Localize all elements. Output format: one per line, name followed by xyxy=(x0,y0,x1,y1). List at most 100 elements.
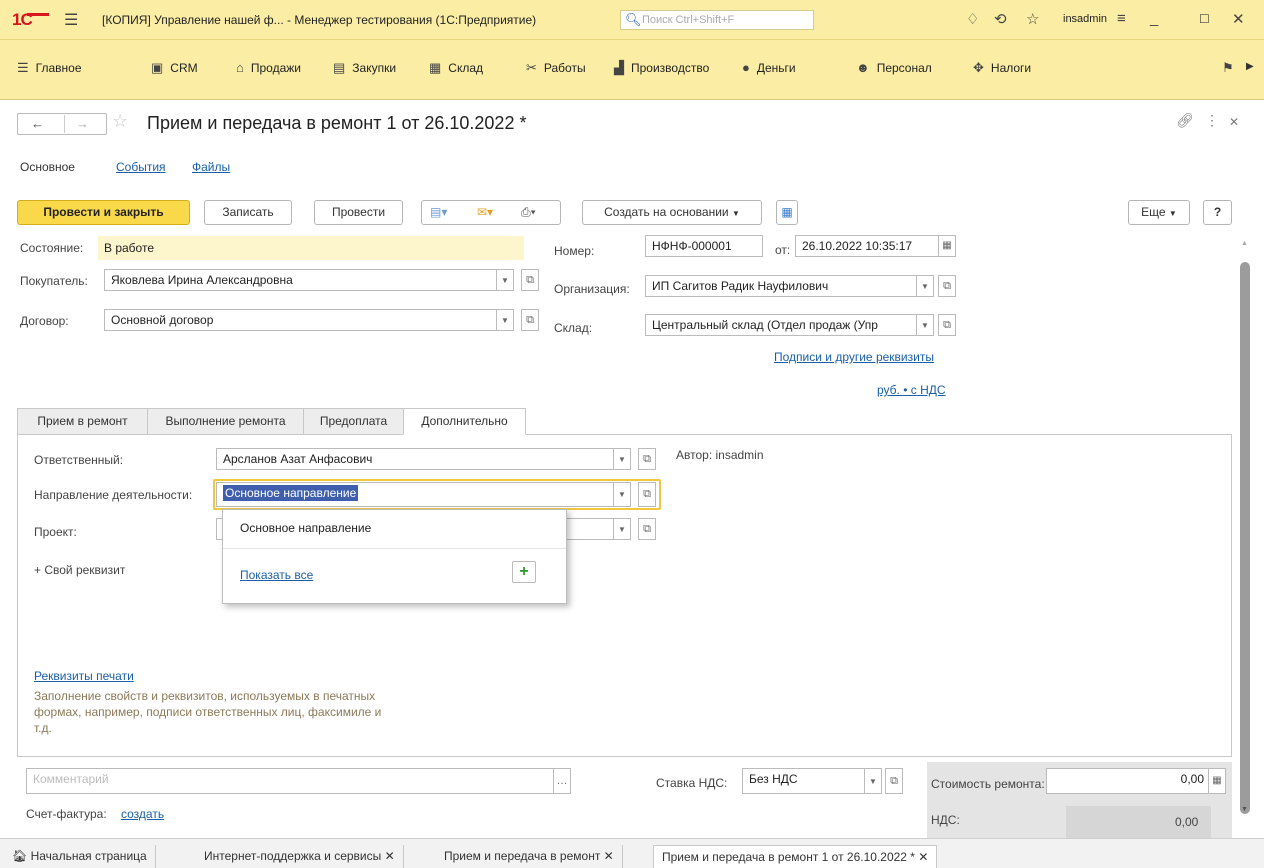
more-button[interactable]: Еще ▼ xyxy=(1128,200,1190,225)
section-taxes[interactable]: ✥ Налоги xyxy=(973,60,1031,80)
section-works[interactable]: ✂ Работы xyxy=(526,60,586,80)
contract-field[interactable]: Основной договор xyxy=(104,309,497,331)
tab-prepayment[interactable]: Предоплата xyxy=(303,408,404,435)
number-label: Номер: xyxy=(554,244,595,258)
taskbar-home[interactable]: 🏠︎ Начальная страница xyxy=(4,845,156,868)
show-all-link[interactable]: Показать все xyxy=(240,568,313,582)
taskbar-repair-doc[interactable]: Прием и передача в ремонт 1 от 26.10.202… xyxy=(653,845,938,868)
print-icon[interactable]: ⎙▾ xyxy=(521,201,536,224)
section-purchases[interactable]: ▤ Закупки xyxy=(333,60,396,80)
section-money[interactable]: ● Деньги xyxy=(742,60,796,80)
copy-doc-icon[interactable]: ▤▾ xyxy=(430,201,447,224)
buyer-dropdown-icon[interactable]: ▼ xyxy=(496,269,514,291)
warehouse-field[interactable]: Центральный склад (Отдел продаж (Упр xyxy=(645,314,917,336)
direction-label: Направление деятельности: xyxy=(34,488,193,502)
project-dropdown-icon[interactable]: ▼ xyxy=(613,518,631,540)
section-main[interactable]: ☰ Главное xyxy=(17,60,82,80)
favorite-star-icon[interactable]: ☆ xyxy=(112,111,128,132)
popup-option[interactable]: Основное направление xyxy=(240,521,371,535)
add-new-icon[interactable]: + xyxy=(512,561,536,583)
history-icon[interactable]: ⟲ xyxy=(994,10,1007,28)
taskbar-repair-list[interactable]: Прием и передача в ремонт ✕ xyxy=(436,845,623,868)
help-button[interactable]: ? xyxy=(1203,200,1232,225)
direction-open-icon[interactable]: ⧉ xyxy=(638,482,656,507)
organization-field[interactable]: ИП Сагитов Радик Науфилович xyxy=(645,275,917,297)
project-open-icon[interactable]: ⧉ xyxy=(638,518,656,540)
buyer-field[interactable]: Яковлева Ирина Александровна xyxy=(104,269,497,291)
calendar-icon[interactable]: ▦ xyxy=(938,235,956,257)
comment-field[interactable]: Комментарий xyxy=(26,768,554,794)
post-button[interactable]: Провести xyxy=(314,200,403,225)
mail-icon[interactable]: ✉▾ xyxy=(477,201,493,224)
tab-files[interactable]: Файлы xyxy=(192,160,230,174)
warehouse-open-icon[interactable]: ⧉ xyxy=(938,314,956,336)
home-icon: 🏠︎ xyxy=(12,849,28,863)
forward-arrow-icon[interactable]: → xyxy=(76,116,89,131)
section-sales[interactable]: ⌂ Продажи xyxy=(236,60,301,80)
scroll-up-icon[interactable]: ▲ xyxy=(1241,240,1248,247)
warehouse-dropdown-icon[interactable]: ▼ xyxy=(916,314,934,336)
section-personnel[interactable]: ☻ Персонал xyxy=(856,60,932,80)
maximize-icon[interactable]: ☐ xyxy=(1199,12,1210,26)
taskbar-label: Прием и передача в ремонт xyxy=(444,849,601,863)
section-label: Работы xyxy=(543,61,586,75)
calculator-icon[interactable]: ▦ xyxy=(1208,768,1226,794)
settings-menu-icon[interactable]: ≡ xyxy=(1117,10,1126,27)
currency-vat-link[interactable]: руб. • с НДС xyxy=(877,383,946,397)
create-based-on-button[interactable]: Создать на основании ▼ xyxy=(582,200,762,225)
close-tab-icon[interactable]: ✕ xyxy=(604,849,614,863)
minimize-icon[interactable]: _ xyxy=(1150,10,1158,27)
section-crm[interactable]: ▣ CRM xyxy=(151,60,198,80)
main-menu-icon[interactable]: ☰ xyxy=(64,10,78,30)
global-search-input[interactable]: 🔍︎ Поиск Ctrl+Shift+F xyxy=(620,10,814,30)
tab-repair-execution[interactable]: Выполнение ремонта xyxy=(147,408,304,435)
save-button[interactable]: Записать xyxy=(204,200,292,225)
section-warehouse[interactable]: ▦ Склад xyxy=(429,60,483,80)
responsible-open-icon[interactable]: ⧉ xyxy=(638,448,656,470)
comment-expand-icon[interactable]: … xyxy=(553,768,571,794)
direction-dropdown-icon[interactable]: ▼ xyxy=(613,482,631,507)
print-attributes-link[interactable]: Реквизиты печати xyxy=(34,669,134,683)
direction-field[interactable]: Основное направление xyxy=(216,482,614,507)
contract-open-icon[interactable]: ⧉ xyxy=(521,309,539,331)
close-tab-icon[interactable]: ✕ xyxy=(385,849,395,863)
favorites-icon[interactable]: ☆ xyxy=(1026,10,1039,28)
repair-cost-field[interactable]: 0,00 xyxy=(1046,768,1211,794)
back-arrow-icon[interactable]: ← xyxy=(31,116,44,131)
buyer-open-icon[interactable]: ⧉ xyxy=(521,269,539,291)
notifications-icon[interactable]: ♢ xyxy=(966,10,979,28)
date-field[interactable]: 26.10.2022 10:35:17 xyxy=(795,235,939,257)
organization-dropdown-icon[interactable]: ▼ xyxy=(916,275,934,297)
responsible-dropdown-icon[interactable]: ▼ xyxy=(613,448,631,470)
vat-rate-field[interactable]: Без НДС xyxy=(742,768,865,794)
vertical-scrollbar[interactable] xyxy=(1240,262,1250,814)
close-window-icon[interactable]: ✕ xyxy=(1232,10,1245,28)
number-field[interactable]: НФНФ-000001 xyxy=(645,235,763,257)
link-icon[interactable]: 🔗︎ xyxy=(1176,112,1194,129)
taskbar-internet-support[interactable]: Интернет-поддержка и сервисы ✕ xyxy=(196,845,404,868)
current-user[interactable]: insadmin xyxy=(1063,13,1107,25)
tab-additional[interactable]: Дополнительно xyxy=(403,408,526,435)
flag-icon[interactable]: ⚑ xyxy=(1222,60,1234,76)
close-form-icon[interactable]: ✕ xyxy=(1229,115,1239,129)
section-production[interactable]: ▟ Производство xyxy=(614,60,709,80)
vat-rate-dropdown-icon[interactable]: ▼ xyxy=(864,768,882,794)
tab-main[interactable]: Основное xyxy=(20,160,75,174)
signatures-link[interactable]: Подписи и другие реквизиты xyxy=(774,350,934,364)
add-custom-attribute[interactable]: + Свой реквизит xyxy=(34,563,125,577)
structure-icon[interactable]: ▦ xyxy=(776,200,798,225)
scroll-down-icon[interactable]: ▼ xyxy=(1241,806,1248,813)
tab-events[interactable]: События xyxy=(116,160,166,174)
tab-repair-intake[interactable]: Прием в ремонт xyxy=(17,408,148,435)
close-tab-icon[interactable]: ✕ xyxy=(918,850,928,864)
popup-divider xyxy=(223,548,566,549)
more-actions-icon[interactable]: ⋮ xyxy=(1205,112,1219,129)
print-note-line-3: т.д. xyxy=(34,721,52,735)
invoice-create-link[interactable]: создать xyxy=(121,807,164,821)
responsible-field[interactable]: Арсланов Азат Анфасович xyxy=(216,448,614,470)
contract-dropdown-icon[interactable]: ▼ xyxy=(496,309,514,331)
post-and-close-button[interactable]: Провести и закрыть xyxy=(17,200,190,225)
scroll-right-icon[interactable]: ▶ xyxy=(1246,61,1254,72)
organization-open-icon[interactable]: ⧉ xyxy=(938,275,956,297)
vat-rate-open-icon[interactable]: ⧉ xyxy=(885,768,903,794)
